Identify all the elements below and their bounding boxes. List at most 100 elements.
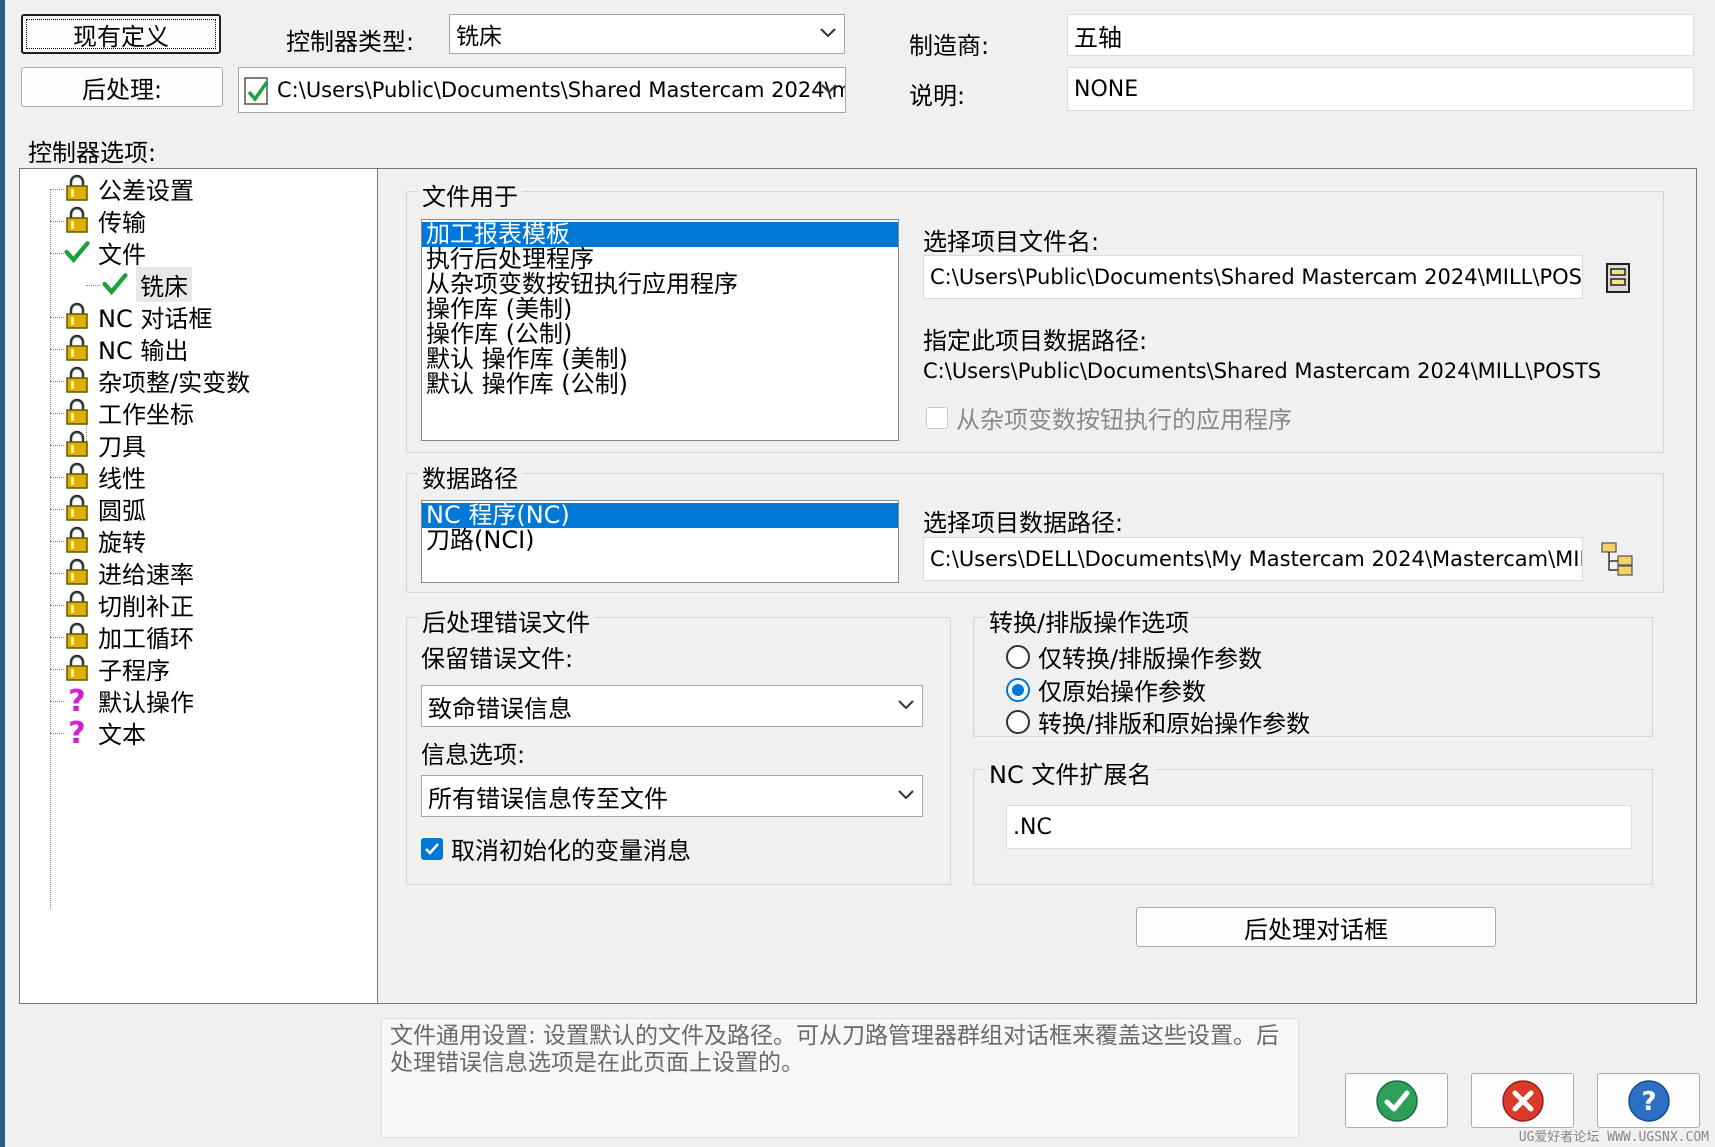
tree-item-label: 切削补正 (98, 592, 194, 621)
tree-item-label: 铣床 (136, 266, 192, 302)
tree-item[interactable]: 切削补正 (64, 589, 194, 621)
post-path-select[interactable]: C:\Users\Public\Documents\Shared Masterc… (238, 67, 846, 113)
chevron-down-icon (821, 84, 837, 94)
page-description: 文件通用设置: 设置默认的文件及路径。可从刀路管理器群组对话框来覆盖这些设置。后… (381, 1018, 1299, 1138)
convert-option-label: 仅转换/排版操作参数 (1038, 645, 1263, 673)
post-dialog-button[interactable]: 后处理对话框 (1136, 907, 1496, 947)
manufacturer-field[interactable]: 五轴 (1067, 14, 1694, 56)
uninit-var-checkbox-label: 取消初始化的变量消息 (451, 837, 691, 865)
tree-item[interactable]: 工作坐标 (64, 397, 194, 429)
tree-line (50, 317, 64, 318)
list-item[interactable]: 执行后处理程序 (422, 247, 898, 272)
files-for-list[interactable]: 加工报表模板 执行后处理程序 从杂项变数按钮执行应用程序 操作库 (美制) 操作库 (公… (421, 219, 899, 441)
uninit-var-checkbox[interactable]: 取消初始化的变量消息 (421, 831, 691, 866)
file-cabinet-icon (1606, 263, 1630, 293)
misc-app-checkbox[interactable]: 从杂项变数按钮执行的应用程序 (926, 400, 1292, 435)
description-label: 说明: (909, 82, 966, 110)
checkbox-box (926, 406, 948, 429)
data-path-list[interactable]: NC 程序(NC) 刀路(NCI) (421, 500, 899, 583)
tree-item[interactable]: 公差设置 (64, 173, 194, 205)
tree-line (50, 509, 64, 510)
tree-item[interactable]: ? 默认操作 (64, 685, 194, 717)
lock-icon (64, 462, 90, 490)
convert-option-radio[interactable]: 仅原始操作参数 (1006, 672, 1206, 707)
radio-circle (1006, 709, 1030, 734)
info-options-select[interactable]: 所有错误信息传至文件 (421, 775, 923, 817)
tree-item[interactable]: 传输 (64, 205, 146, 237)
list-item[interactable]: 加工报表模板 (422, 222, 898, 247)
tree-line (50, 477, 64, 478)
list-item[interactable]: 从杂项变数按钮执行应用程序 (422, 272, 898, 297)
keep-errors-label: 保留错误文件: (421, 645, 574, 673)
keep-errors-select[interactable]: 致命错误信息 (421, 685, 923, 727)
tree-line (50, 733, 64, 734)
tree-line (50, 605, 64, 606)
list-item[interactable]: 操作库 (公制) (422, 322, 898, 347)
post-path-value: C:\Users\Public\Documents\Shared Masterc… (277, 78, 846, 102)
tree-item[interactable]: 进给速率 (64, 557, 194, 589)
tree-item[interactable]: 子程序 (64, 653, 170, 685)
nc-ext-field[interactable]: .NC (1006, 805, 1632, 849)
convert-option-radio[interactable]: 仅转换/排版操作参数 (1006, 639, 1262, 674)
browse-file-button[interactable] (1596, 255, 1640, 299)
lock-icon (64, 430, 90, 458)
post-processor-button[interactable]: 后处理: (21, 67, 223, 107)
tree-item[interactable]: 旋转 (64, 525, 146, 557)
select-file-field[interactable]: C:\Users\Public\Documents\Shared Masterc… (923, 255, 1583, 299)
help-question-icon: ? (1627, 1079, 1670, 1122)
select-path-field[interactable]: C:\Users\DELL\Documents\My Mastercam 202… (923, 537, 1583, 581)
tree-item[interactable]: 圆弧 (64, 493, 146, 525)
tree-item[interactable]: 加工循环 (64, 621, 194, 653)
list-item[interactable]: 默认 操作库 (美制) (422, 347, 898, 372)
tree-line (50, 189, 51, 909)
tree-item-label: 工作坐标 (98, 400, 194, 429)
tree-item[interactable]: 铣床 (102, 266, 192, 302)
description-field[interactable]: NONE (1067, 67, 1694, 111)
radio-circle (1006, 644, 1030, 669)
existing-definition-button[interactable]: 现有定义 (21, 14, 221, 54)
left-window-edge (0, 0, 5, 1147)
help-button[interactable]: ? (1597, 1073, 1700, 1128)
folder-tree-icon (1601, 542, 1633, 576)
controller-options-tree[interactable]: 公差设置传输 文件 铣床 NC 对话框 NC 输出 杂项整/实变数工作坐标 刀具 线性 圆弧 旋转… (19, 168, 378, 1004)
list-item[interactable]: NC 程序(NC) (422, 503, 898, 528)
tree-item[interactable]: 杂项整/实变数 (64, 365, 250, 397)
controller-type-value: 铣床 (456, 24, 502, 50)
tree-item[interactable]: ? 文本 (64, 717, 146, 749)
check-icon (64, 238, 90, 266)
lock-icon (64, 334, 90, 362)
list-item[interactable]: 刀路(NCI) (422, 528, 898, 553)
ok-button[interactable] (1345, 1073, 1448, 1128)
tree-item[interactable]: 文件 (64, 237, 146, 269)
tree-item-label: 公差设置 (98, 176, 194, 205)
lock-icon (64, 494, 90, 522)
question-icon: ? (64, 685, 90, 715)
browse-folder-button[interactable] (1596, 537, 1640, 581)
info-options-label: 信息选项: (421, 741, 526, 769)
cancel-x-icon (1501, 1079, 1544, 1122)
question-icon: ? (64, 717, 90, 747)
list-item[interactable]: 默认 操作库 (公制) (422, 372, 898, 397)
misc-app-checkbox-label: 从杂项变数按钮执行的应用程序 (956, 406, 1292, 434)
watermark: UG爱好者论坛 WWW.UGSNX.COM (1518, 1130, 1709, 1145)
cancel-button[interactable] (1471, 1073, 1574, 1128)
tree-line (50, 349, 64, 350)
tree-item[interactable]: NC 对话框 (64, 301, 212, 333)
tree-item-label: 文本 (98, 720, 146, 749)
tree-line (86, 285, 100, 286)
tree-item-label: 传输 (98, 208, 146, 237)
tree-item[interactable]: 线性 (64, 461, 146, 493)
tree-item[interactable]: NC 输出 (64, 333, 188, 365)
convert-option-radio[interactable]: 转换/排版和原始操作参数 (1006, 704, 1310, 739)
list-item[interactable]: 操作库 (美制) (422, 297, 898, 322)
controller-type-select[interactable]: 铣床 (449, 14, 845, 54)
tree-line (50, 573, 64, 574)
select-path-label: 选择项目数据路径: (923, 509, 1124, 537)
info-options-value: 所有错误信息传至文件 (428, 784, 668, 813)
tree-item[interactable]: 刀具 (64, 429, 146, 461)
tree-line (50, 541, 64, 542)
lock-icon (64, 654, 90, 682)
lock-icon (64, 206, 90, 234)
tree-item-label: 默认操作 (98, 688, 194, 717)
checkbox-checked-icon (421, 837, 443, 860)
